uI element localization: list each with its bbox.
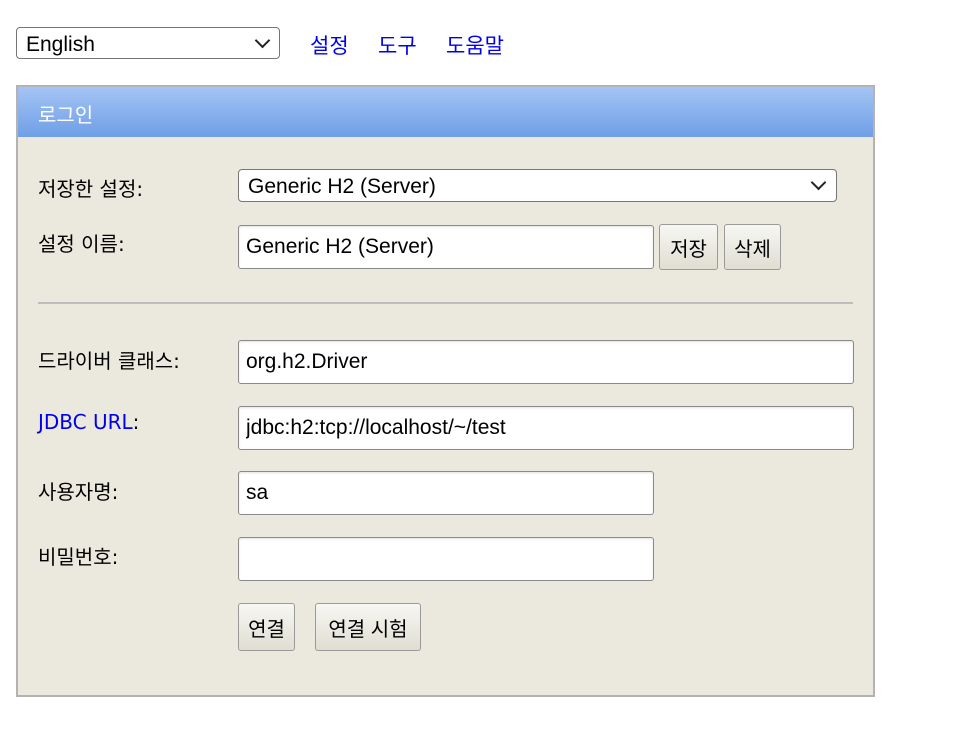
divider: [38, 302, 853, 304]
setting-name-input[interactable]: [238, 225, 654, 269]
top-bar: English 설정 도구 도움말: [16, 27, 916, 61]
login-panel: 로그인 저장한 설정: Generic H2 (Server) 설정 이름: 저…: [16, 85, 875, 697]
username-input[interactable]: [238, 471, 654, 515]
connect-button[interactable]: 연결: [238, 603, 295, 651]
setting-name-label: 설정 이름:: [38, 232, 125, 256]
saved-settings-select[interactable]: Generic H2 (Server): [238, 169, 837, 202]
jdbc-url-colon: :: [132, 410, 140, 434]
password-label: 비밀번호:: [38, 545, 119, 569]
tools-link[interactable]: 도구: [378, 30, 417, 60]
delete-button[interactable]: 삭제: [724, 224, 781, 270]
password-input[interactable]: [238, 537, 654, 581]
jdbc-url-input[interactable]: [238, 406, 854, 450]
help-link[interactable]: 도움말: [446, 30, 504, 60]
chevron-down-icon: [254, 32, 271, 49]
jdbc-url-link[interactable]: JDBC URL: [38, 410, 133, 434]
language-select-value: English: [26, 33, 95, 56]
save-button[interactable]: 저장: [659, 224, 718, 270]
test-connection-button[interactable]: 연결 시험: [315, 603, 421, 651]
saved-settings-label: 저장한 설정:: [38, 177, 144, 201]
saved-settings-value: Generic H2 (Server): [248, 175, 436, 198]
driver-class-input[interactable]: [238, 340, 854, 384]
login-title: 로그인: [38, 103, 94, 127]
login-header: 로그인: [18, 87, 873, 137]
language-select[interactable]: English: [16, 27, 280, 59]
driver-class-label: 드라이버 클래스:: [38, 349, 180, 373]
chevron-down-icon: [810, 174, 827, 191]
jdbc-url-label: JDBC URL:: [38, 410, 139, 434]
username-label: 사용자명:: [38, 480, 119, 504]
settings-link[interactable]: 설정: [310, 30, 349, 60]
